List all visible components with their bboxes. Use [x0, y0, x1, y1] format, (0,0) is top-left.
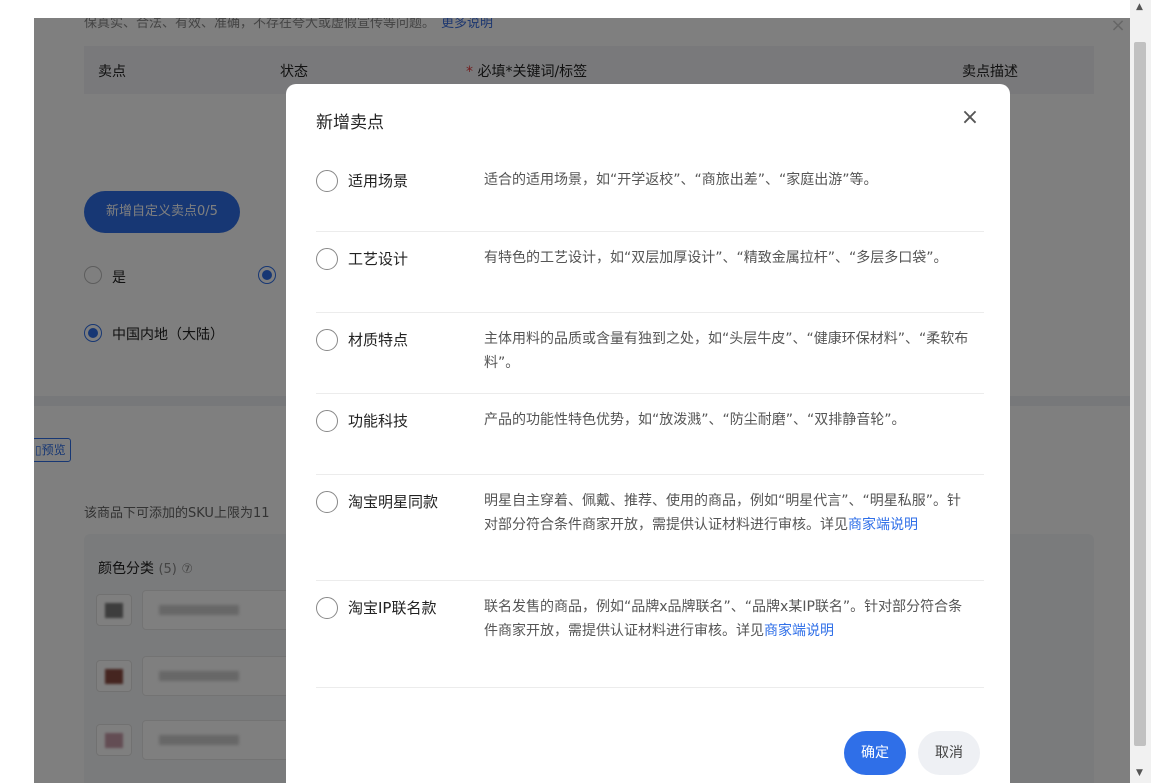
merchant-guide-link[interactable]: 商家端说明 [764, 623, 834, 639]
option-checkbox[interactable] [316, 597, 338, 619]
option-material[interactable]: 材质特点 主体用料的品质或含量有独到之处，如“头层牛皮”、“健康环保材料”、“柔… [316, 313, 984, 394]
close-icon[interactable]: × [958, 106, 982, 130]
option-description-text: 主体用料的品质或含量有独到之处，如“头层牛皮”、“健康环保材料”、“柔软布料”。 [484, 331, 969, 371]
option-description-text: 联名发售的商品，例如“品牌x品牌联名”、“品牌x某IP联名”。针对部分符合条件商… [484, 599, 963, 639]
outer-close-icon[interactable]: × [1108, 16, 1128, 36]
option-description: 有特色的工艺设计，如“双层加厚设计”、“精致金属拉杆”、“多层多口袋”。 [484, 246, 974, 270]
option-celebrity-same[interactable]: 淘宝明星同款 明星自主穿着、佩戴、推荐、使用的商品，例如“明星代言”、“明星私服… [316, 475, 984, 581]
confirm-button[interactable]: 确定 [844, 731, 906, 775]
scroll-down-arrow-icon[interactable]: ▼ [1136, 768, 1143, 778]
option-checkbox[interactable] [316, 248, 338, 270]
option-craft-design[interactable]: 工艺设计 有特色的工艺设计，如“双层加厚设计”、“精致金属拉杆”、“多层多口袋”… [316, 232, 984, 313]
option-ip-collab[interactable]: 淘宝IP联名款 联名发售的商品，例如“品牌x品牌联名”、“品牌x某IP联名”。针… [316, 581, 984, 688]
cancel-button[interactable]: 取消 [918, 731, 980, 775]
option-description-text: 适合的适用场景，如“开学返校”、“商旅出差”、“家庭出游”等。 [484, 172, 878, 188]
option-description: 明星自主穿着、佩戴、推荐、使用的商品，例如“明星代言”、“明星私服”。针对部分符… [484, 489, 974, 537]
option-description: 适合的适用场景，如“开学返校”、“商旅出差”、“家庭出游”等。 [484, 168, 974, 192]
option-checkbox[interactable] [316, 491, 338, 513]
option-label: 淘宝明星同款 [348, 493, 439, 511]
option-description-text: 产品的功能性特色优势，如“放泼溅”、“防尘耐磨”、“双排静音轮”。 [484, 412, 906, 428]
option-function-tech[interactable]: 功能科技 产品的功能性特色优势，如“放泼溅”、“防尘耐磨”、“双排静音轮”。 [316, 394, 984, 475]
option-label: 工艺设计 [348, 250, 409, 268]
option-label: 功能科技 [348, 412, 409, 430]
option-checkbox[interactable] [316, 329, 338, 351]
option-checkbox[interactable] [316, 410, 338, 432]
page-scrollbar[interactable]: ▲ ▼ [1130, 0, 1151, 783]
add-selling-point-dialog: 新增卖点 × 适用场景 适合的适用场景，如“开学返校”、“商旅出差”、“家庭出游… [286, 84, 1010, 783]
option-label: 淘宝IP联名款 [348, 599, 437, 617]
scroll-thumb[interactable] [1134, 42, 1146, 746]
dialog-title: 新增卖点 [316, 113, 384, 133]
option-scenario[interactable]: 适用场景 适合的适用场景，如“开学返校”、“商旅出差”、“家庭出游”等。 [316, 154, 984, 232]
option-description: 产品的功能性特色优势，如“放泼溅”、“防尘耐磨”、“双排静音轮”。 [484, 408, 974, 432]
option-description: 联名发售的商品，例如“品牌x品牌联名”、“品牌x某IP联名”。针对部分符合条件商… [484, 595, 974, 643]
option-description-text: 有特色的工艺设计，如“双层加厚设计”、“精致金属拉杆”、“多层多口袋”。 [484, 250, 948, 266]
option-checkbox[interactable] [316, 170, 338, 192]
option-label: 适用场景 [348, 172, 409, 190]
merchant-guide-link[interactable]: 商家端说明 [848, 517, 918, 533]
option-description: 主体用料的品质或含量有独到之处，如“头层牛皮”、“健康环保材料”、“柔软布料”。 [484, 327, 974, 375]
scroll-up-arrow-icon[interactable]: ▲ [1136, 2, 1143, 12]
option-label: 材质特点 [348, 331, 409, 349]
selling-point-options: 适用场景 适合的适用场景，如“开学返校”、“商旅出差”、“家庭出游”等。 工艺设… [316, 154, 984, 688]
